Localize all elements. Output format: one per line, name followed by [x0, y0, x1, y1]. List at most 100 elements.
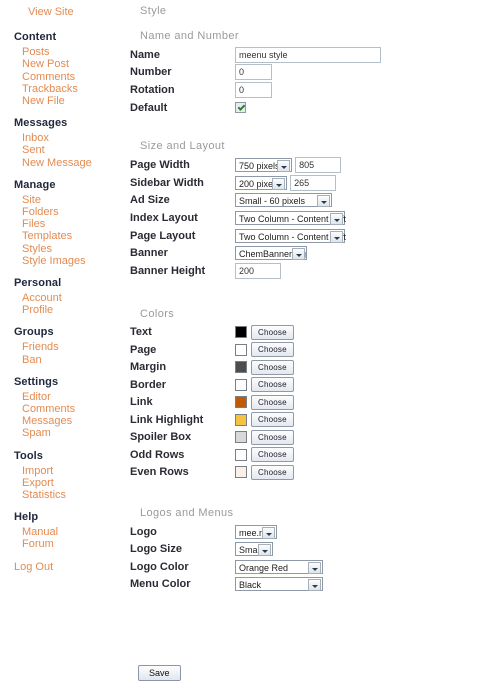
field-row-page-width: Page Width 750 pixels — [130, 156, 345, 174]
chevron-down-icon — [308, 561, 321, 574]
field-row-name: Name — [130, 46, 381, 64]
sidebar-item-comments[interactable]: Comments — [0, 71, 130, 83]
sidebar-item-statistics[interactable]: Statistics — [0, 489, 130, 501]
color-row-page: Page Choose — [130, 341, 294, 359]
sidebar-group-groups: Groups Friends Ban — [0, 326, 130, 365]
sidebar-item-log-out[interactable]: Log Out — [14, 561, 130, 573]
sidebar-item-posts[interactable]: Posts — [0, 46, 130, 58]
sidebar-item-new-file[interactable]: New File — [0, 95, 130, 107]
page-title: Style — [140, 5, 167, 17]
chevron-down-icon — [258, 544, 271, 557]
sidebar-item-files[interactable]: Files — [0, 218, 130, 230]
logo-select[interactable]: mee.nu — [235, 524, 277, 539]
sidebar-item-account[interactable]: Account — [0, 292, 130, 304]
form-size-and-layout: Page Width 750 pixels Sidebar Width 200 … — [130, 156, 346, 280]
choose-button-text[interactable]: Choose — [251, 324, 294, 340]
choose-button-page[interactable]: Choose — [251, 342, 294, 358]
color-swatch-spoiler-box[interactable] — [235, 431, 247, 444]
label-banner-height: Banner Height — [130, 264, 206, 277]
sidebar-item-profile[interactable]: Profile — [0, 304, 130, 316]
sidebar-item-inbox[interactable]: Inbox — [0, 132, 130, 144]
page-layout-select[interactable]: Two Column - Content Left — [235, 228, 346, 243]
sidebar-item-view-site[interactable]: View Site — [14, 6, 130, 18]
choose-button-margin[interactable]: Choose — [251, 359, 294, 375]
section-size-and-layout: Size and Layout Page Width 750 pixels Si… — [130, 140, 500, 279]
banner-height-input[interactable] — [235, 262, 281, 279]
choose-button-link-highlight[interactable]: Choose — [251, 412, 294, 428]
color-swatch-link[interactable] — [235, 396, 247, 409]
menu-color-select[interactable]: Black — [235, 577, 323, 592]
label-page-width: Page Width — [130, 159, 190, 172]
sidebar-item-friends[interactable]: Friends — [0, 341, 130, 353]
label-default: Default — [130, 101, 168, 114]
sidebar-item-spam[interactable]: Spam — [0, 427, 130, 439]
section-title-logos-and-menus: Logos and Menus — [140, 507, 234, 520]
sidebar-item-new-message[interactable]: New Message — [0, 157, 130, 169]
label-sidebar-width: Sidebar Width — [130, 176, 204, 189]
sidebar-item-templates[interactable]: Templates — [0, 230, 130, 242]
color-swatch-border[interactable] — [235, 378, 247, 391]
save-button[interactable]: Save — [138, 665, 181, 681]
sidebar-item-ban[interactable]: Ban — [0, 354, 130, 366]
choose-button-even-rows[interactable]: Choose — [251, 464, 294, 480]
sidebar-heading-tools: Tools — [14, 449, 44, 462]
color-row-margin: Margin Choose — [130, 359, 294, 377]
label-name: Name — [130, 48, 160, 61]
color-row-spoiler-box: Spoiler Box Choose — [130, 429, 294, 447]
logo-size-select[interactable]: Small — [235, 542, 273, 557]
rotation-input[interactable] — [235, 81, 272, 98]
label-banner: Banner — [130, 247, 168, 260]
index-layout-select[interactable]: Two Column - Content Left — [235, 210, 346, 225]
sidebar-item-styles[interactable]: Styles — [0, 243, 130, 255]
sidebar-item-style-images[interactable]: Style Images — [0, 255, 130, 267]
label-color-page: Page — [130, 343, 157, 356]
label-color-odd-rows: Odd Rows — [130, 448, 185, 461]
sidebar-heading-groups: Groups — [14, 326, 54, 339]
sidebar-item-trackbacks[interactable]: Trackbacks — [0, 83, 130, 95]
color-swatch-page[interactable] — [235, 343, 247, 356]
sidebar-item-new-post[interactable]: New Post — [0, 58, 130, 70]
sidebar-width-input[interactable] — [290, 174, 337, 191]
choose-button-link[interactable]: Choose — [251, 394, 294, 410]
sidebar-item-sent[interactable]: Sent — [0, 144, 130, 156]
field-row-banner-height: Banner Height — [130, 262, 345, 280]
color-row-text: Text Choose — [130, 324, 294, 342]
chevron-down-icon — [308, 579, 321, 592]
color-swatch-text[interactable] — [235, 326, 247, 339]
sidebar-item-export[interactable]: Export — [0, 477, 130, 489]
sidebar-item-editor[interactable]: Editor — [0, 391, 130, 403]
banner-select[interactable]: ChemBanner.jpg — [235, 246, 307, 261]
color-row-border: Border Choose — [130, 376, 294, 394]
sidebar-item-settings-messages[interactable]: Messages — [0, 415, 130, 427]
choose-button-spoiler-box[interactable]: Choose — [251, 429, 294, 445]
color-swatch-odd-rows[interactable] — [235, 448, 247, 461]
sidebar-group-personal: Personal Account Profile — [0, 277, 130, 316]
color-swatch-margin[interactable] — [235, 361, 247, 374]
label-logo-color: Logo Color — [130, 560, 189, 573]
sidebar-item-folders[interactable]: Folders — [0, 206, 130, 218]
sidebar-item-settings-comments[interactable]: Comments — [0, 403, 130, 415]
sidebar-item-forum[interactable]: Forum — [0, 538, 130, 550]
color-swatch-even-rows[interactable] — [235, 466, 247, 479]
choose-button-odd-rows[interactable]: Choose — [251, 447, 294, 463]
logo-color-select[interactable]: Orange Red — [235, 559, 323, 574]
sidebar-item-site[interactable]: Site — [0, 194, 130, 206]
save-row: Save — [138, 665, 181, 681]
sidebar-heading-manage: Manage — [14, 178, 56, 191]
sidebar-heading-messages: Messages — [14, 117, 68, 130]
page-width-input[interactable] — [295, 157, 342, 174]
sidebar-heading-content: Content — [14, 31, 57, 44]
page-width-select[interactable]: 750 pixels — [235, 158, 292, 173]
label-color-link-highlight: Link Highlight — [130, 413, 204, 426]
sidebar-item-manual[interactable]: Manual — [0, 526, 130, 538]
color-swatch-link-highlight[interactable] — [235, 413, 247, 426]
chevron-down-icon — [277, 160, 290, 173]
name-input[interactable] — [235, 46, 381, 63]
ad-size-select[interactable]: Small - 60 pixels — [235, 193, 332, 208]
sidebar-width-select[interactable]: 200 pixels — [235, 175, 287, 190]
number-input[interactable] — [235, 64, 272, 81]
default-checkbox[interactable] — [235, 102, 246, 114]
choose-button-border[interactable]: Choose — [251, 377, 294, 393]
label-logo: Logo — [130, 525, 157, 538]
sidebar-item-import[interactable]: Import — [0, 465, 130, 477]
